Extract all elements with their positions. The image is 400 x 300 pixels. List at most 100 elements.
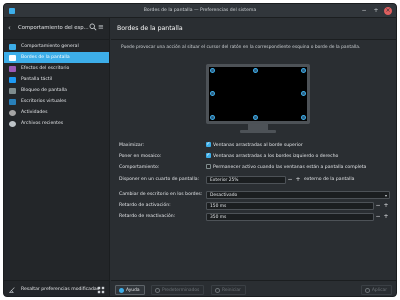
behavior-option-text: Permanecer activo cuando las ventanas es… (213, 165, 367, 170)
apply-icon (364, 288, 370, 293)
tile-option-text: Ventanas arrastradas a los bordes izquie… (213, 154, 339, 159)
desktop-switch-value: Desactivado (210, 193, 238, 198)
sidebar-item-label: Comportamiento general (21, 44, 79, 49)
quarter-value: Exterior 25% (210, 178, 239, 183)
activities-icon (9, 109, 16, 116)
back-icon[interactable]: ‹ (8, 24, 11, 32)
sidebar-nav: Comportamiento general Bordes de la pant… (4, 40, 109, 129)
help-label: Ayuda (126, 288, 140, 293)
app-icon (9, 8, 15, 14)
reactivation-increase-button[interactable]: + (383, 213, 389, 221)
quarter-label: Disponer en un cuarto de pantalla: (119, 177, 200, 182)
checkbox-unchecked-icon[interactable] (206, 163, 211, 169)
help-button[interactable]: Ayuda (115, 285, 145, 295)
sidebar-item-screen-edges[interactable]: Bordes de la pantalla (4, 52, 109, 63)
edge-bottom-button[interactable] (253, 115, 258, 120)
tile-checkbox[interactable]: Ventanas arrastradas a los bordes izquie… (206, 150, 339, 162)
sidebar-item-desktop-effects[interactable]: Efectos del escritorio (4, 63, 109, 74)
grid-view-icon[interactable] (97, 286, 105, 294)
defaults-button[interactable]: Predeterminados (151, 285, 205, 295)
activation-delay-row: Retardo de activación: 150 ms − + (111, 201, 396, 211)
reactivation-decrease-button[interactable]: − (375, 213, 381, 221)
desktop-switch-combobox[interactable]: Desactivado ▾ (206, 191, 390, 199)
search-icon[interactable] (89, 23, 97, 31)
sidebar-item-label: Escritorios virtuales (21, 99, 67, 104)
edge-left-button[interactable] (210, 91, 215, 96)
monitor-screen (206, 64, 310, 124)
edge-top-button[interactable] (253, 68, 258, 73)
hamburger-menu-icon[interactable]: ≡ (98, 23, 106, 31)
monitor-stand-base (240, 130, 276, 133)
sidebar-header: ‹ Comportamiento del esp... ≡ (4, 18, 109, 40)
checkbox-checked-icon[interactable] (206, 150, 211, 160)
main-content: Bordes de la pantalla Puede provocar una… (111, 18, 396, 296)
quarter-row: Disponer en un cuarto de pantalla: Exter… (111, 175, 396, 185)
behavior-row: Comportamiento: Permanecer activo cuando… (111, 163, 396, 173)
sidebar-item-general-behavior[interactable]: Comportamiento general (4, 41, 109, 52)
corner-top-left-button[interactable] (210, 68, 215, 73)
virtual-desktops-icon (9, 98, 16, 105)
screen-edges-icon (9, 54, 16, 61)
reactivation-delay-value: 350 ms (210, 215, 227, 220)
highlight-changes-label: Resaltar preferencias modificadas (21, 287, 100, 292)
corner-bottom-right-button[interactable] (301, 115, 306, 120)
fullscreen-checkbox[interactable]: Permanecer activo cuando las ventanas es… (206, 163, 366, 173)
minimize-icon[interactable]: − (360, 7, 368, 15)
apply-label: Aplicar (371, 288, 387, 293)
reset-label: Reiniciar (222, 288, 241, 293)
reset-icon (215, 288, 220, 293)
reactivation-delay-spinbox[interactable]: 350 ms (206, 213, 374, 221)
dialog-footer: Ayuda Predeterminados Reiniciar Aplicar (111, 280, 396, 296)
corner-bottom-left-button[interactable] (210, 115, 215, 120)
activation-increase-button[interactable]: + (383, 202, 389, 210)
quarter-suffix: externo de la pantalla (304, 177, 355, 182)
sidebar-item-label: Archivos recientes (21, 121, 64, 126)
lock-icon (9, 87, 16, 94)
defaults-label: Predeterminados (162, 288, 200, 293)
page-description: Puede provocar una acción al situar el c… (121, 45, 361, 50)
sidebar-item-label: Pantalla táctil (21, 77, 53, 82)
maximize-icon[interactable]: + (372, 7, 380, 15)
desktop-switch-row: Cambiar de escritorio en los bordes: Des… (111, 190, 396, 200)
activation-delay-value: 150 ms (210, 204, 227, 209)
activation-delay-spinbox[interactable]: 150 ms (206, 202, 374, 210)
sidebar: ‹ Comportamiento del esp... ≡ Comportami… (4, 18, 110, 296)
activation-delay-label: Retardo de activación: (119, 203, 171, 208)
sidebar-item-label: Bloqueo de pantalla (21, 88, 67, 93)
sidebar-item-label: Actividades (21, 110, 48, 115)
sidebar-item-label: Efectos del escritorio (21, 66, 70, 71)
desktop-switch-label: Cambiar de escritorio en los bordes: (119, 192, 203, 197)
title-bar: Bordes de la pantalla — Preferencias del… (4, 4, 396, 18)
maximize-checkbox[interactable]: Ventanas arrastradas al borde superior (206, 139, 303, 151)
quarter-decrease-button[interactable]: − (287, 176, 293, 184)
edge-right-button[interactable] (301, 91, 306, 96)
behavior-label: Comportamiento: (119, 165, 160, 170)
touchscreen-icon (9, 76, 16, 83)
checkbox-checked-icon[interactable] (206, 139, 211, 149)
monitor-preview (206, 64, 310, 134)
close-icon[interactable]: × (384, 7, 392, 15)
defaults-icon (155, 288, 160, 293)
maximize-label: Maximizar: (119, 143, 145, 148)
reactivation-delay-row: Retardo de reactivación: 350 ms − + (111, 212, 396, 222)
apply-button[interactable]: Aplicar (360, 285, 392, 295)
window-title: Bordes de la pantalla — Preferencias del… (143, 8, 257, 13)
reset-button[interactable]: Reiniciar (211, 285, 246, 295)
sidebar-item-screen-lock[interactable]: Bloqueo de pantalla (4, 85, 109, 96)
help-icon (119, 288, 124, 293)
tile-row: Poner en mosaico: Ventanas arrastradas a… (111, 150, 396, 162)
quarter-increase-button[interactable]: + (295, 176, 301, 184)
sidebar-item-touchscreen[interactable]: Pantalla táctil (4, 74, 109, 85)
reactivation-delay-label: Retardo de reactivación: (119, 214, 176, 219)
tile-label: Poner en mosaico: (119, 154, 162, 159)
page-title: Bordes de la pantalla (111, 18, 396, 40)
sidebar-item-recent-files[interactable]: Archivos recientes (4, 118, 109, 129)
sidebar-item-activities[interactable]: Actividades (4, 107, 109, 118)
highlight-changes-toggle[interactable]: Resaltar preferencias modificadas (4, 280, 110, 296)
chevron-down-icon: ▾ (384, 193, 387, 198)
corner-top-right-button[interactable] (301, 68, 306, 73)
maximize-row: Maximizar: Ventanas arrastradas al borde… (111, 139, 396, 151)
activation-decrease-button[interactable]: − (375, 202, 381, 210)
quarter-spinbox[interactable]: Exterior 25% (206, 176, 286, 184)
sidebar-item-virtual-desktops[interactable]: Escritorios virtuales (4, 96, 109, 107)
